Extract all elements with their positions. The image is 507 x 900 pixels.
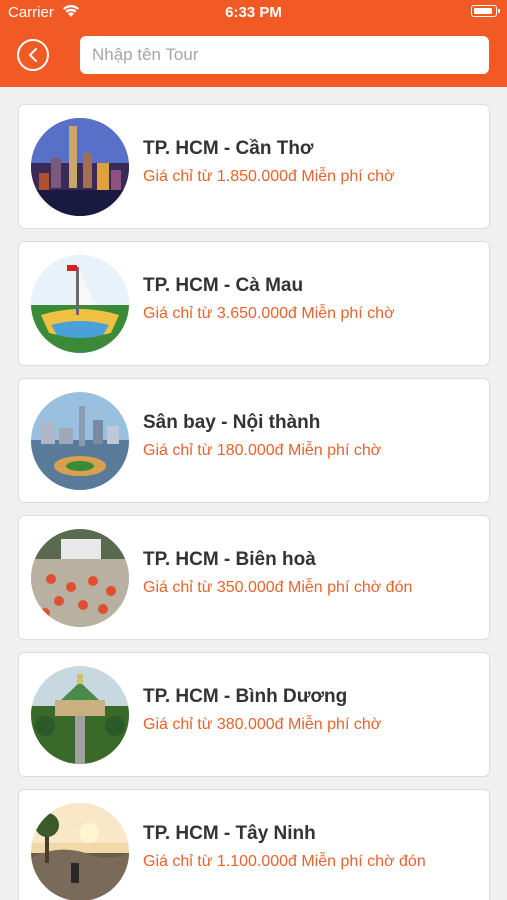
tour-price: Giá chỉ từ 380.000đ Miễn phí chờ — [143, 716, 382, 733]
battery-icon — [471, 5, 500, 17]
tour-card-ca-mau[interactable]: TP. HCM - Cà Mau Giá chỉ từ 3.650.000đ M… — [18, 241, 490, 366]
tour-thumbnail — [31, 529, 129, 627]
app-header: Carrier 6:33 PM — [0, 0, 507, 87]
tour-thumbnail — [31, 803, 129, 900]
tour-price: Giá chỉ từ 1.850.000đ Miễn phí chờ — [143, 168, 395, 185]
tour-title: TP. HCM - Bình Dương — [143, 686, 348, 707]
tour-title: TP. HCM - Cà Mau — [143, 275, 304, 296]
tour-card-bien-hoa[interactable]: TP. HCM - Biên hoà Giá chỉ từ 350.000đ M… — [18, 515, 490, 640]
tour-list: TP. HCM - Cần Thơ Giá chỉ từ 1.850.000đ … — [0, 87, 507, 900]
tour-price: Giá chỉ từ 3.650.000đ Miễn phí chờ — [143, 305, 395, 322]
status-bar: Carrier 6:33 PM — [0, 0, 507, 28]
tour-title: Sân bay - Nội thành — [143, 412, 321, 433]
tour-thumbnail — [31, 392, 129, 490]
status-time: 6:33 PM — [225, 4, 282, 21]
tour-title: TP. HCM - Biên hoà — [143, 549, 316, 570]
chevron-left-icon — [29, 48, 37, 62]
tour-price: Giá chỉ từ 350.000đ Miễn phí chờ đón — [143, 579, 413, 596]
tour-thumbnail — [31, 255, 129, 353]
tour-price: Giá chỉ từ 180.000đ Miễn phí chờ — [143, 442, 382, 459]
back-button[interactable] — [17, 39, 49, 71]
tour-card-can-tho[interactable]: TP. HCM - Cần Thơ Giá chỉ từ 1.850.000đ … — [18, 104, 490, 229]
search-input[interactable] — [80, 36, 489, 74]
tour-thumbnail — [31, 666, 129, 764]
tour-card-binh-duong[interactable]: TP. HCM - Bình Dương Giá chỉ từ 380.000đ… — [18, 652, 490, 777]
tour-title: TP. HCM - Cần Thơ — [143, 138, 314, 159]
tour-thumbnail — [31, 118, 129, 216]
tour-price: Giá chỉ từ 1.100.000đ Miễn phí chờ đón — [143, 853, 426, 870]
tour-card-tay-ninh[interactable]: TP. HCM - Tây Ninh Giá chỉ từ 1.100.000đ… — [18, 789, 490, 900]
tour-title: TP. HCM - Tây Ninh — [143, 823, 316, 844]
tour-card-san-bay[interactable]: Sân bay - Nội thành Giá chỉ từ 180.000đ … — [18, 378, 490, 503]
